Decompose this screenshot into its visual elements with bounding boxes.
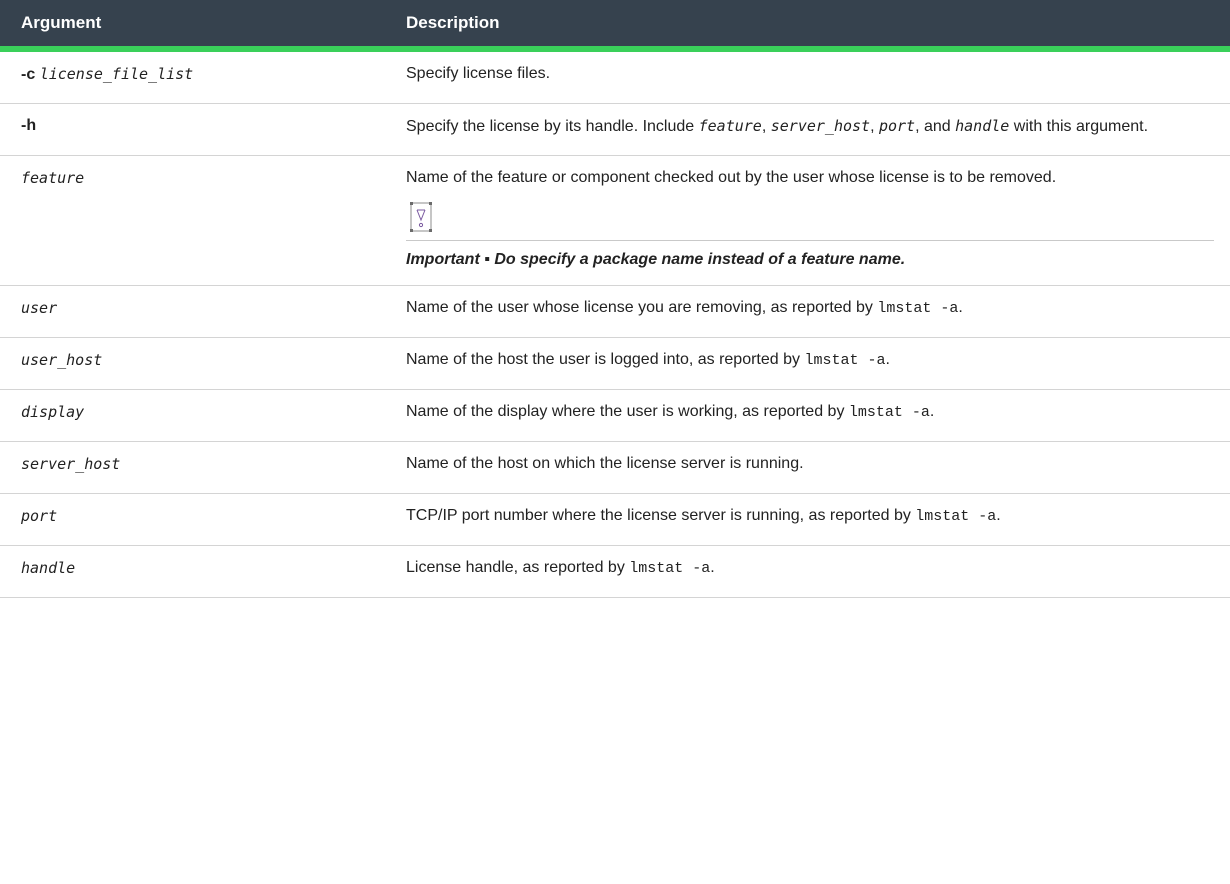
argument-name: feature xyxy=(21,169,85,187)
argument-cell: display xyxy=(0,389,385,442)
note-separator: ▪ xyxy=(479,251,495,268)
argument-name: license_file_list xyxy=(39,65,194,83)
argument-cell: user xyxy=(0,285,385,338)
argument-cell: user_host xyxy=(0,337,385,390)
inline-arg: server_host xyxy=(770,117,871,135)
description-cell: Name of the display where the user is wo… xyxy=(385,389,1230,442)
description-cell: Specify the license by its handle. Inclu… xyxy=(385,103,1230,156)
description-tail: . xyxy=(929,403,935,420)
description-text: , xyxy=(870,118,879,135)
note-text: Important ▪ Do specify a package name in… xyxy=(406,241,1214,273)
description-text: Name of the user whose license you are r… xyxy=(406,299,878,316)
argument-cell: port xyxy=(0,493,385,546)
argument-name: handle xyxy=(21,559,76,577)
argument-cell: server_host xyxy=(0,441,385,494)
argument-cell: -c license_file_list xyxy=(0,49,385,104)
header-description: Description xyxy=(385,0,1230,52)
argument-cell: handle xyxy=(0,545,385,598)
table-row: server_host Name of the host on which th… xyxy=(0,441,1230,494)
description-tail: . xyxy=(958,299,963,316)
important-warning-icon xyxy=(410,202,432,232)
table-row: user Name of the user whose license you … xyxy=(0,285,1230,338)
command-code: lmstat -a xyxy=(804,352,886,369)
command-code: lmstat -a xyxy=(915,508,997,525)
command-code: lmstat -a xyxy=(877,300,959,317)
argument-name: server_host xyxy=(21,455,121,473)
option-flag: -h xyxy=(21,117,37,134)
argument-name: display xyxy=(21,403,85,421)
inline-arg: feature xyxy=(698,117,762,135)
table-row: user_host Name of the host the user is l… xyxy=(0,337,1230,390)
description-cell: Name of the feature or component checked… xyxy=(385,155,1230,286)
argument-cell: -h xyxy=(0,103,385,156)
important-note: Important ▪ Do specify a package name in… xyxy=(406,202,1214,273)
note-message: Do specify a package name instead of a f… xyxy=(494,251,906,268)
description-text: License handle, as reported by xyxy=(406,559,630,576)
description-tail: . xyxy=(885,351,890,368)
table-row: -c license_file_list Specify license fil… xyxy=(0,49,1230,104)
description-cell: TCP/IP port number where the license ser… xyxy=(385,493,1230,546)
inline-arg: port xyxy=(878,117,916,135)
table-row: feature Name of the feature or component… xyxy=(0,155,1230,286)
description-text: with this argument. xyxy=(1009,118,1149,135)
description-text: Specify the license by its handle. Inclu… xyxy=(406,118,699,135)
description-text: Name of the host on which the license se… xyxy=(406,455,804,472)
table-row: -h Specify the license by its handle. In… xyxy=(0,103,1230,156)
description-text: Name of the host the user is logged into… xyxy=(406,351,805,368)
argument-name: port xyxy=(21,507,58,525)
description-text: , xyxy=(761,118,771,135)
description-text: Name of the display where the user is wo… xyxy=(406,403,849,420)
description-cell: Name of the host the user is logged into… xyxy=(385,337,1230,390)
description-text: , and xyxy=(915,118,956,135)
argument-name: user_host xyxy=(21,351,103,369)
table-row: handle License handle, as reported by lm… xyxy=(0,545,1230,598)
description-cell: Specify license files. xyxy=(385,49,1230,104)
description-tail: . xyxy=(710,559,715,576)
header-argument: Argument xyxy=(0,0,385,52)
table-header-row: Argument Description xyxy=(0,0,1230,52)
command-code: lmstat -a xyxy=(629,560,711,577)
arguments-table: Argument Description -c license_file_lis… xyxy=(0,0,1230,598)
description-cell: Name of the host on which the license se… xyxy=(385,441,1230,494)
table-row: port TCP/IP port number where the licens… xyxy=(0,493,1230,546)
description-tail: . xyxy=(996,507,1001,524)
table-row: display Name of the display where the us… xyxy=(0,389,1230,442)
description-cell: Name of the user whose license you are r… xyxy=(385,285,1230,338)
option-flag: -c xyxy=(21,66,36,83)
description-cell: License handle, as reported by lmstat -a… xyxy=(385,545,1230,598)
note-label: Important xyxy=(406,251,480,268)
description-text: TCP/IP port number where the license ser… xyxy=(406,507,916,524)
description-text: Name of the feature or component checked… xyxy=(406,169,1057,186)
argument-cell: feature xyxy=(0,155,385,286)
inline-arg: handle xyxy=(955,117,1010,135)
argument-name: user xyxy=(21,299,58,317)
description-text: Specify license files. xyxy=(406,65,551,82)
command-code: lmstat -a xyxy=(848,404,930,421)
